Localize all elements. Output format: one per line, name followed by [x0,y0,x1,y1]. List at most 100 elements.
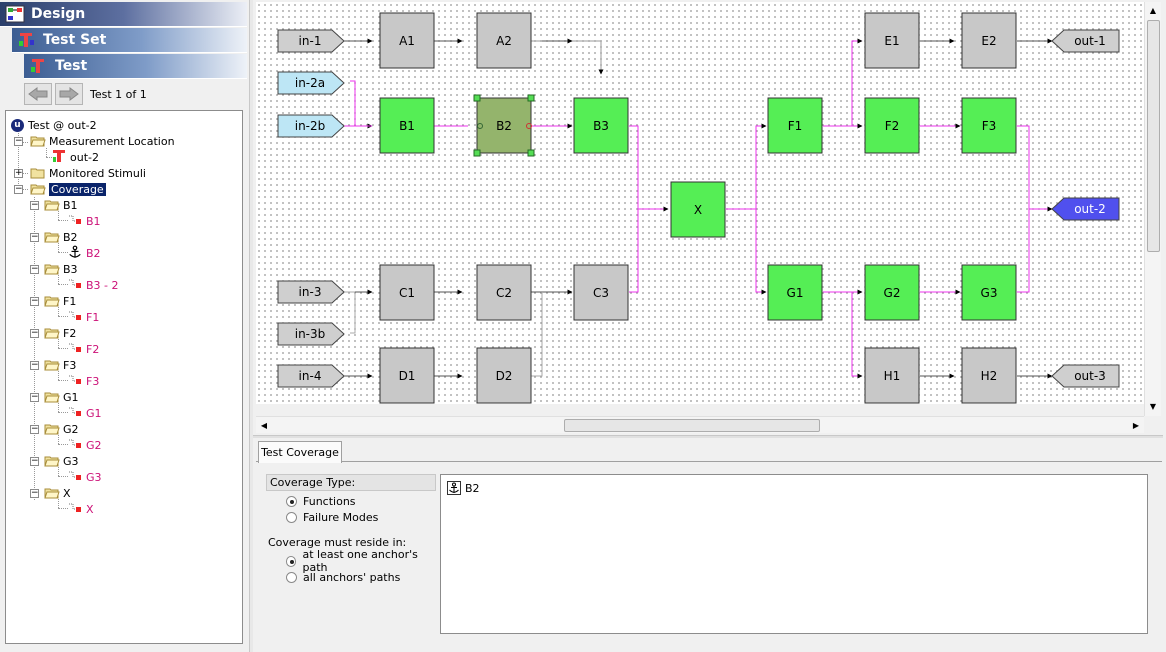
tree-coverage-item[interactable]: G1 [68,405,102,421]
input-port-in-2a[interactable]: in-2a [277,71,345,95]
radio-failure-modes[interactable]: Failure Modes [286,509,378,525]
collapse-toggle[interactable]: − [30,361,39,370]
collapse-toggle[interactable]: − [30,265,39,274]
diagram-vertical-scrollbar[interactable]: ▲ ▼ [1144,2,1161,416]
tree-coverage-folder[interactable]: G1 [44,389,79,405]
tab-test-coverage[interactable]: Test Coverage [258,441,342,463]
block-f1[interactable]: F1 [767,97,823,154]
next-test-button[interactable] [55,83,83,105]
expand-toggle[interactable]: + [14,169,23,178]
tree-monitored-stimuli[interactable]: Monitored Stimuli [30,165,146,181]
block-h1[interactable]: H1 [864,347,920,404]
tree-coverage-item[interactable]: F3 [68,373,99,389]
tree-coverage-folder[interactable]: F3 [44,357,76,373]
block-c2[interactable]: C2 [476,264,532,321]
collapse-toggle[interactable]: − [30,297,39,306]
test-header[interactable]: Test [24,54,247,79]
tree-measurement-location[interactable]: Measurement Location [30,133,175,149]
block-d1[interactable]: D1 [379,347,435,404]
block-c1[interactable]: C1 [379,264,435,321]
tree-coverage-item[interactable]: G3 [68,469,102,485]
folder-open-icon [44,295,60,307]
tree-coverage-folder[interactable]: G2 [44,421,79,437]
block-e1[interactable]: E1 [864,12,920,69]
tree-coverage[interactable]: Coverage [30,181,106,197]
block-a1[interactable]: A1 [379,12,435,69]
radio-anchor-one[interactable]: at least one anchor's path [286,548,438,574]
coverage-list-item[interactable]: B2 [447,481,480,495]
block-a2[interactable]: A2 [476,12,532,69]
tree-coverage-folder[interactable]: B3 [44,261,78,277]
tree-coverage-item[interactable]: B1 [68,213,101,229]
tree-coverage-folder[interactable]: F2 [44,325,76,341]
collapse-toggle[interactable]: − [30,201,39,210]
input-port-in-4[interactable]: in-4 [277,364,345,388]
scroll-down-arrow-icon[interactable]: ▼ [1145,398,1161,414]
collapse-toggle[interactable]: − [30,489,39,498]
tree-coverage-folder[interactable]: B1 [44,197,78,213]
coverage-list[interactable]: B2 [440,474,1148,634]
scroll-right-arrow-icon[interactable]: ▶ [1128,417,1144,433]
tree-coverage-folder[interactable]: G3 [44,453,79,469]
tree-coverage-item[interactable]: B3 - 2 [68,277,119,293]
arrow-left-icon [28,87,48,101]
tree-root[interactable]: u Test @ out-2 [11,117,97,133]
coverage-options: Coverage Type: Functions Failure Modes C… [264,474,438,634]
tree-coverage-item[interactable]: G2 [68,437,102,453]
block-h2[interactable]: H2 [961,347,1017,404]
prev-test-button[interactable] [24,83,52,105]
block-e2[interactable]: E2 [961,12,1017,69]
test-icon [28,56,50,76]
input-port-in-1[interactable]: in-1 [277,29,345,53]
block-g1[interactable]: G1 [767,264,823,321]
block-b2[interactable]: B2 [473,94,535,157]
output-port-out-3[interactable]: out-3 [1051,364,1120,388]
block-x[interactable]: X [670,181,726,238]
collapse-toggle[interactable]: − [30,233,39,242]
collapse-toggle[interactable]: − [30,457,39,466]
collapse-toggle[interactable]: − [14,185,23,194]
horizontal-scroll-thumb[interactable] [564,419,820,432]
collapse-toggle[interactable]: − [30,329,39,338]
block-f2[interactable]: F2 [864,97,920,154]
input-port-in-3[interactable]: in-3 [277,280,345,304]
block-b1[interactable]: B1 [379,97,435,154]
tree-coverage-folder[interactable]: F1 [44,293,76,309]
folder-open-icon [44,327,60,339]
diagram-horizontal-scrollbar[interactable]: ◀ ▶ [256,416,1144,433]
collapse-toggle[interactable]: − [14,137,23,146]
collapse-toggle[interactable]: − [30,425,39,434]
block-d2[interactable]: D2 [476,347,532,404]
block-label: G3 [981,286,998,300]
tree-coverage-item[interactable]: F2 [68,341,99,357]
block-g3[interactable]: G3 [961,264,1017,321]
covered-item-icon [68,501,82,518]
testset-header[interactable]: Test Set [12,28,247,53]
radio-failure-label: Failure Modes [303,510,379,524]
block-diagram-canvas[interactable]: A1 A2 C1 C2 C3 D1 D2 E1 E2 H1 H2 B1 B3 X F1 F2 F3 G1 G2 G3 B… [256,2,1144,404]
scroll-left-arrow-icon[interactable]: ◀ [256,417,272,433]
design-header[interactable]: Design [0,2,247,27]
tree-measurement-out[interactable]: out-2 [52,149,99,165]
vertical-scroll-thumb[interactable] [1147,20,1160,252]
scroll-up-arrow-icon[interactable]: ▲ [1145,2,1161,18]
output-port-out-2[interactable]: out-2 [1051,197,1120,221]
block-f3[interactable]: F3 [961,97,1017,154]
collapse-toggle[interactable]: − [30,393,39,402]
svg-text:in-3: in-3 [299,285,322,299]
output-port-out-1[interactable]: out-1 [1051,29,1120,53]
block-b3[interactable]: B3 [573,97,629,154]
folder-open-icon [44,391,60,403]
tree-coverage-item[interactable]: B2 [68,245,101,261]
radio-anchor-all[interactable]: all anchors' paths [286,569,400,585]
radio-functions[interactable]: Functions [286,493,356,509]
tree-coverage-item[interactable]: X [68,501,94,517]
input-port-in-3b[interactable]: in-3b [277,322,345,346]
pane-splitter[interactable] [249,0,253,652]
tree-coverage-item[interactable]: F1 [68,309,99,325]
panel-splitter[interactable] [253,435,1163,438]
block-c3[interactable]: C3 [573,264,629,321]
input-port-in-2b[interactable]: in-2b [277,114,345,138]
tree-coverage-folder[interactable]: B2 [44,229,78,245]
block-g2[interactable]: G2 [864,264,920,321]
